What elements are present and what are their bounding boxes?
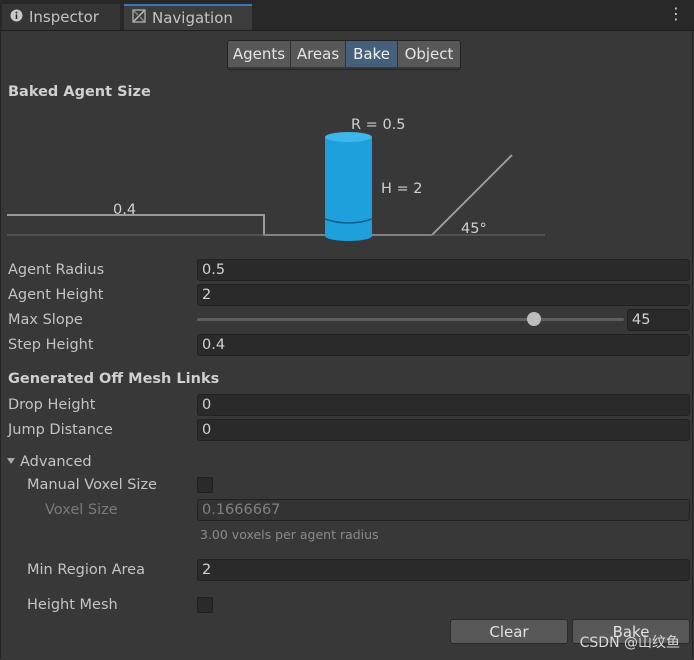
agent-height-label: Agent Height	[8, 287, 104, 303]
manual-voxel-size-label: Manual Voxel Size	[27, 477, 157, 493]
agent-cylinder	[324, 132, 373, 241]
agent-radius-input[interactable]: 0.5	[197, 259, 690, 281]
advanced-label: Advanced	[20, 454, 92, 470]
more-options-icon[interactable]: ⋮	[668, 6, 684, 22]
manual-voxel-size-checkbox[interactable]	[197, 477, 213, 493]
voxel-size-input: 0.1666667	[197, 499, 690, 521]
agent-radius-label: Agent Radius	[8, 262, 105, 278]
off-mesh-links-header: Generated Off Mesh Links	[8, 371, 220, 387]
tab-inspector-label: Inspector	[29, 8, 99, 26]
max-slope-slider[interactable]	[197, 312, 624, 328]
tab-navigation-label: Navigation	[152, 9, 233, 27]
height-label: H = 2	[381, 181, 423, 197]
slider-thumb[interactable]	[527, 312, 541, 326]
triangle-down-icon	[6, 454, 16, 470]
navigation-icon	[132, 9, 146, 27]
agent-size-diagram: R = 0.5 H = 2 0.4 45°	[7, 117, 545, 241]
info-icon	[10, 8, 23, 26]
jump-distance-input[interactable]: 0	[197, 419, 690, 441]
step-height-label: Step Height	[8, 337, 94, 353]
tab-inspector[interactable]: Inspector	[2, 4, 120, 30]
watermark: CSDN @山纹鱼	[579, 635, 680, 651]
ground-outline	[7, 154, 513, 236]
step-height-input[interactable]: 0.4	[197, 334, 690, 356]
advanced-foldout[interactable]: Advanced	[6, 453, 92, 471]
height-mesh-label: Height Mesh	[27, 597, 118, 613]
baked-agent-size-header: Baked Agent Size	[8, 84, 151, 100]
slope-label: 45°	[461, 221, 487, 237]
navigation-mode-tabs: Agents Areas Bake Object	[227, 40, 461, 70]
agent-height-input[interactable]: 2	[197, 284, 690, 306]
slider-track	[197, 318, 624, 321]
voxel-size-note: 3.00 voxels per agent radius	[200, 527, 379, 542]
tab-agents[interactable]: Agents	[228, 41, 291, 67]
drop-height-input[interactable]: 0	[197, 394, 690, 416]
step-label: 0.4	[113, 202, 136, 218]
drop-height-label: Drop Height	[8, 397, 96, 413]
height-mesh-checkbox[interactable]	[197, 597, 213, 613]
tab-object[interactable]: Object	[398, 41, 460, 67]
clear-button[interactable]: Clear	[450, 619, 568, 644]
tab-navigation[interactable]: Navigation	[124, 4, 252, 30]
max-slope-input[interactable]: 45	[627, 309, 690, 331]
voxel-size-label: Voxel Size	[45, 502, 118, 518]
jump-distance-label: Jump Distance	[8, 422, 113, 438]
tab-areas[interactable]: Areas	[291, 41, 346, 67]
tab-bake[interactable]: Bake	[346, 41, 398, 67]
max-slope-label: Max Slope	[8, 312, 83, 328]
min-region-area-input[interactable]: 2	[197, 559, 690, 581]
min-region-area-label: Min Region Area	[27, 562, 145, 578]
radius-label: R = 0.5	[351, 117, 406, 133]
